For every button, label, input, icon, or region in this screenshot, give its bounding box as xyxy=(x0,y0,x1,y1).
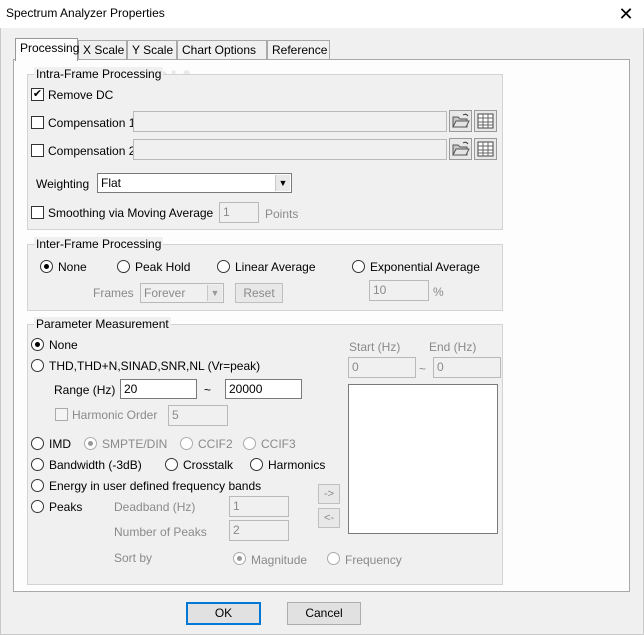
cancel-button[interactable]: Cancel xyxy=(287,602,361,625)
compensation-1-label: Compensation 1 xyxy=(48,116,136,130)
compensation-2-table-icon[interactable] xyxy=(474,138,497,160)
thd-radio[interactable] xyxy=(31,359,44,372)
peaks-label: Peaks xyxy=(49,500,83,514)
weighting-value: Flat xyxy=(101,176,122,190)
param-none-radio[interactable] xyxy=(31,338,44,351)
linear-average-radio[interactable] xyxy=(217,260,230,273)
range-start-input[interactable]: 20 xyxy=(120,379,197,399)
ccif3-radio[interactable] xyxy=(243,437,256,450)
bandwidth-label: Bandwidth (-3dB) xyxy=(49,458,142,472)
parameter-measurement-title: Parameter Measurement xyxy=(34,317,171,331)
exponential-percent-unit: % xyxy=(433,285,444,299)
ccif2-label: CCIF2 xyxy=(198,437,233,451)
sort-frequency-label: Frequency xyxy=(345,553,402,567)
range-label: Range (Hz) xyxy=(54,383,116,397)
band-end-input[interactable]: 0 xyxy=(433,357,501,378)
param-none-label: None xyxy=(49,338,78,352)
bandwidth-radio[interactable] xyxy=(31,458,44,471)
tab-chart-options[interactable]: Chart Options xyxy=(177,40,267,59)
exponential-percent-input[interactable]: 10 xyxy=(369,280,429,301)
tab-processing[interactable]: Processing xyxy=(15,38,79,61)
smoothing-points-unit: Points xyxy=(265,207,299,221)
frames-select[interactable]: Forever ▼ xyxy=(140,283,224,303)
smoothing-label: Smoothing via Moving Average xyxy=(48,206,214,220)
sort-magnitude-label: Magnitude xyxy=(251,553,308,567)
deadband-input[interactable]: 1 xyxy=(229,496,289,517)
compensation-2-path[interactable] xyxy=(133,139,447,160)
remove-dc-label: Remove DC xyxy=(48,88,114,102)
reset-button[interactable]: Reset xyxy=(235,283,283,303)
compensation-2-open-folder-icon[interactable] xyxy=(449,138,472,160)
weighting-label: Weighting xyxy=(36,177,90,191)
energy-bands-label: Energy in user defined frequency bands xyxy=(49,479,262,493)
crosstalk-label: Crosstalk xyxy=(183,458,234,472)
intra-frame-title: Intra-Frame Processing xyxy=(34,67,164,81)
ok-button[interactable]: OK xyxy=(186,602,261,625)
smpte-din-label: SMPTE/DIN xyxy=(102,437,168,451)
smoothing-checkbox[interactable] xyxy=(31,206,44,219)
range-separator: ~ xyxy=(204,383,212,397)
compensation-2-checkbox[interactable] xyxy=(31,144,44,157)
smpte-din-radio[interactable] xyxy=(84,437,97,450)
peaks-radio[interactable] xyxy=(31,500,44,513)
sort-by-label: Sort by xyxy=(114,551,153,565)
tab-y-scale[interactable]: Y Scale xyxy=(127,40,177,59)
tab-x-scale[interactable]: X Scale xyxy=(78,40,127,59)
window-title: Spectrum Analyzer Properties xyxy=(6,6,165,20)
harmonic-order-checkbox[interactable] xyxy=(55,408,68,421)
harmonic-order-input[interactable]: 5 xyxy=(168,405,228,426)
compensation-1-open-folder-icon[interactable] xyxy=(449,110,472,132)
remove-dc-checkbox[interactable]: ✔ xyxy=(31,88,44,101)
inter-none-radio[interactable] xyxy=(40,260,53,273)
band-separator: ~ xyxy=(419,362,427,376)
add-band-button[interactable]: -> xyxy=(318,484,340,504)
range-end-input[interactable]: 20000 xyxy=(225,379,302,399)
harmonics-label: Harmonics xyxy=(268,458,326,472)
bands-listbox[interactable] xyxy=(348,384,498,534)
band-end-label: End (Hz) xyxy=(429,340,477,354)
crosstalk-radio[interactable] xyxy=(165,458,178,471)
sort-frequency-radio[interactable] xyxy=(327,552,340,565)
thd-label: THD,THD+N,SINAD,SNR,NL (Vr=peak) xyxy=(49,359,261,373)
harmonics-radio[interactable] xyxy=(250,458,263,471)
number-of-peaks-label: Number of Peaks xyxy=(114,525,207,539)
harmonic-order-label: Harmonic Order xyxy=(72,408,158,422)
compensation-2-label: Compensation 2 xyxy=(48,144,136,158)
tab-reference[interactable]: Reference xyxy=(267,40,330,59)
inter-none-label: None xyxy=(58,260,87,274)
chevron-down-icon: ▼ xyxy=(207,285,222,301)
ccif2-radio[interactable] xyxy=(180,437,193,450)
compensation-1-path[interactable] xyxy=(133,111,447,132)
imd-label: IMD xyxy=(49,437,71,451)
weighting-select[interactable]: Flat ▼ xyxy=(97,173,292,193)
exponential-average-radio[interactable] xyxy=(352,260,365,273)
frames-label: Frames xyxy=(93,286,134,300)
deadband-label: Deadband (Hz) xyxy=(114,500,196,514)
band-start-input[interactable]: 0 xyxy=(348,357,416,378)
energy-bands-radio[interactable] xyxy=(31,479,44,492)
chevron-down-icon: ▼ xyxy=(275,175,290,191)
inter-frame-title: Inter-Frame Processing xyxy=(34,237,164,251)
frames-value: Forever xyxy=(144,286,186,300)
smoothing-points-input[interactable]: 1 xyxy=(219,202,259,223)
peak-hold-radio[interactable] xyxy=(117,260,130,273)
close-icon[interactable]: ✕ xyxy=(612,2,640,26)
imd-radio[interactable] xyxy=(31,437,44,450)
sort-magnitude-radio[interactable] xyxy=(233,552,246,565)
compensation-1-checkbox[interactable] xyxy=(31,116,44,129)
compensation-1-table-icon[interactable] xyxy=(474,110,497,132)
peak-hold-label: Peak Hold xyxy=(135,260,191,274)
remove-band-button[interactable]: <- xyxy=(318,508,340,528)
linear-average-label: Linear Average xyxy=(235,260,316,274)
ccif3-label: CCIF3 xyxy=(261,437,296,451)
band-start-label: Start (Hz) xyxy=(349,340,401,354)
exponential-average-label: Exponential Average xyxy=(370,260,480,274)
number-of-peaks-input[interactable]: 2 xyxy=(229,520,289,541)
